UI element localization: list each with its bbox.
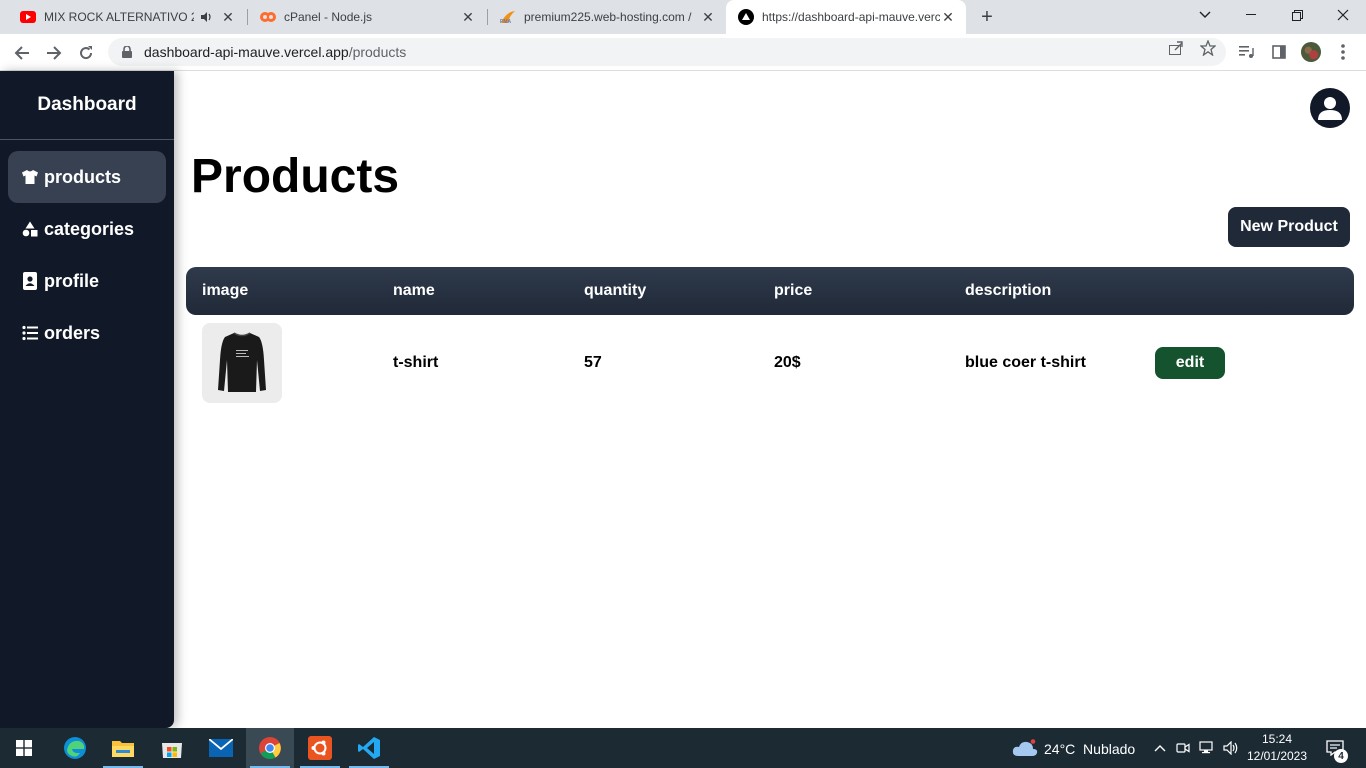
volume-icon[interactable]: [1221, 738, 1241, 758]
clock-date: 12/01/2023: [1246, 749, 1308, 763]
bookmark-star-icon[interactable]: [1200, 40, 1216, 56]
network-icon[interactable]: [1197, 738, 1217, 758]
clock-time: 15:24: [1261, 732, 1293, 746]
sidebar-item-label: products: [44, 166, 122, 187]
close-tab-icon[interactable]: ✕: [700, 9, 716, 25]
store-icon[interactable]: [148, 728, 196, 768]
url-host: dashboard-api-mauve.vercel.app: [144, 44, 349, 60]
sidebar-item-orders[interactable]: orders: [8, 307, 166, 359]
id-card-icon: [21, 272, 39, 290]
tab-title: premium225.web-hosting.com /: [524, 10, 692, 24]
column-header-name: name: [393, 282, 435, 299]
close-tab-icon[interactable]: ✕: [940, 9, 956, 25]
tab-title: cPanel - Node.js: [284, 10, 373, 24]
vscode-icon[interactable]: [345, 728, 393, 768]
sidebar: Dashboard products categories profile or…: [0, 71, 174, 728]
sidebar-brand[interactable]: Dashboard: [0, 71, 174, 140]
vercel-icon: [738, 9, 754, 25]
reload-button[interactable]: [73, 40, 99, 66]
restore-button[interactable]: [1274, 0, 1320, 30]
tab-dashboard[interactable]: https://dashboard-api-mauve.vercel.app ✕: [726, 0, 966, 34]
lock-icon[interactable]: [120, 45, 134, 59]
weather-text[interactable]: 24°C Nublado: [1044, 741, 1135, 757]
sidebar-item-products[interactable]: products: [8, 151, 166, 203]
cell-quantity: 57: [584, 354, 602, 371]
tab-title: https://dashboard-api-mauve.vercel.app: [762, 10, 940, 24]
tab-title: MIX ROCK ALTERNATIVO 2023: [44, 10, 194, 24]
chevron-up-icon[interactable]: [1150, 738, 1170, 758]
browser-tab-strip: MIX ROCK ALTERNATIVO 2023 ✕ cPanel - Nod…: [0, 0, 1366, 34]
cell-name: t-shirt: [393, 354, 439, 371]
address-bar[interactable]: dashboard-api-mauve.vercel.app/products: [108, 38, 1226, 66]
side-panel-icon[interactable]: [1269, 42, 1289, 62]
new-product-button[interactable]: New Product: [1228, 207, 1350, 247]
menu-icon[interactable]: [1333, 42, 1353, 62]
close-tab-icon[interactable]: ✕: [460, 9, 476, 25]
new-tab-button[interactable]: +: [976, 6, 998, 28]
column-header-description: description: [965, 282, 1052, 299]
page-title: Products: [191, 150, 400, 203]
chrome-icon[interactable]: [246, 728, 294, 768]
notification-badge: 4: [1334, 749, 1348, 763]
weather-cloud-icon[interactable]: [1012, 738, 1038, 758]
start-icon[interactable]: [0, 728, 48, 768]
tshirt-icon: [21, 168, 39, 186]
meet-now-icon[interactable]: [1173, 738, 1193, 758]
sidebar-item-label: categories: [44, 218, 135, 239]
tab-search-button[interactable]: [1182, 0, 1228, 30]
profile-avatar-icon[interactable]: [1301, 42, 1321, 62]
column-header-image: image: [202, 282, 249, 299]
system-clock[interactable]: 15:24 12/01/2023: [1244, 731, 1310, 765]
windows-taskbar: 24°C Nublado 15:24 12/01/2023 4: [0, 728, 1366, 768]
svg-text:PMA: PMA: [500, 19, 512, 24]
ubuntu-icon[interactable]: [296, 728, 344, 768]
speaker-icon[interactable]: [198, 9, 214, 25]
column-header-quantity: quantity: [584, 282, 647, 299]
file-explorer-icon[interactable]: [99, 728, 147, 768]
tab-youtube[interactable]: MIX ROCK ALTERNATIVO 2023 ✕: [8, 0, 246, 34]
tab-cpanel[interactable]: cPanel - Node.js ✕: [248, 0, 486, 34]
user-avatar-icon[interactable]: [1310, 88, 1350, 128]
phpmyadmin-icon: PMA: [500, 9, 516, 25]
forward-button[interactable]: [41, 40, 67, 66]
mail-icon[interactable]: [197, 728, 245, 768]
media-control-icon[interactable]: [1237, 42, 1257, 62]
tab-phpmyadmin[interactable]: PMA premium225.web-hosting.com / ✕: [488, 0, 726, 34]
close-tab-icon[interactable]: ✕: [220, 9, 236, 25]
edit-button[interactable]: edit: [1155, 347, 1225, 379]
sidebar-item-profile[interactable]: profile: [8, 255, 166, 307]
column-header-price: price: [774, 282, 813, 299]
url-path: /products: [348, 44, 407, 60]
share-icon[interactable]: [1168, 40, 1184, 56]
product-image: [202, 323, 282, 403]
list-icon: [21, 324, 39, 342]
cell-description: blue coer t-shirt: [965, 354, 1086, 371]
close-window-button[interactable]: [1320, 0, 1366, 30]
back-button[interactable]: [9, 40, 35, 66]
youtube-icon: [20, 9, 36, 25]
table-header: image name quantity price description: [186, 267, 1354, 315]
app-page: Dashboard products categories profile or…: [0, 71, 1366, 728]
cpanel-icon: [260, 9, 276, 25]
minimize-button[interactable]: [1228, 0, 1274, 30]
shapes-icon: [21, 220, 39, 238]
sidebar-item-categories[interactable]: categories: [8, 203, 166, 255]
sidebar-item-label: orders: [44, 322, 101, 343]
table-row: t-shirt 57 20$ blue coer t-shirt edit: [186, 323, 1354, 403]
cell-price: 20$: [774, 354, 801, 371]
sidebar-item-label: profile: [44, 270, 100, 291]
edge-icon[interactable]: [51, 728, 99, 768]
browser-toolbar: dashboard-api-mauve.vercel.app/products: [0, 34, 1366, 71]
